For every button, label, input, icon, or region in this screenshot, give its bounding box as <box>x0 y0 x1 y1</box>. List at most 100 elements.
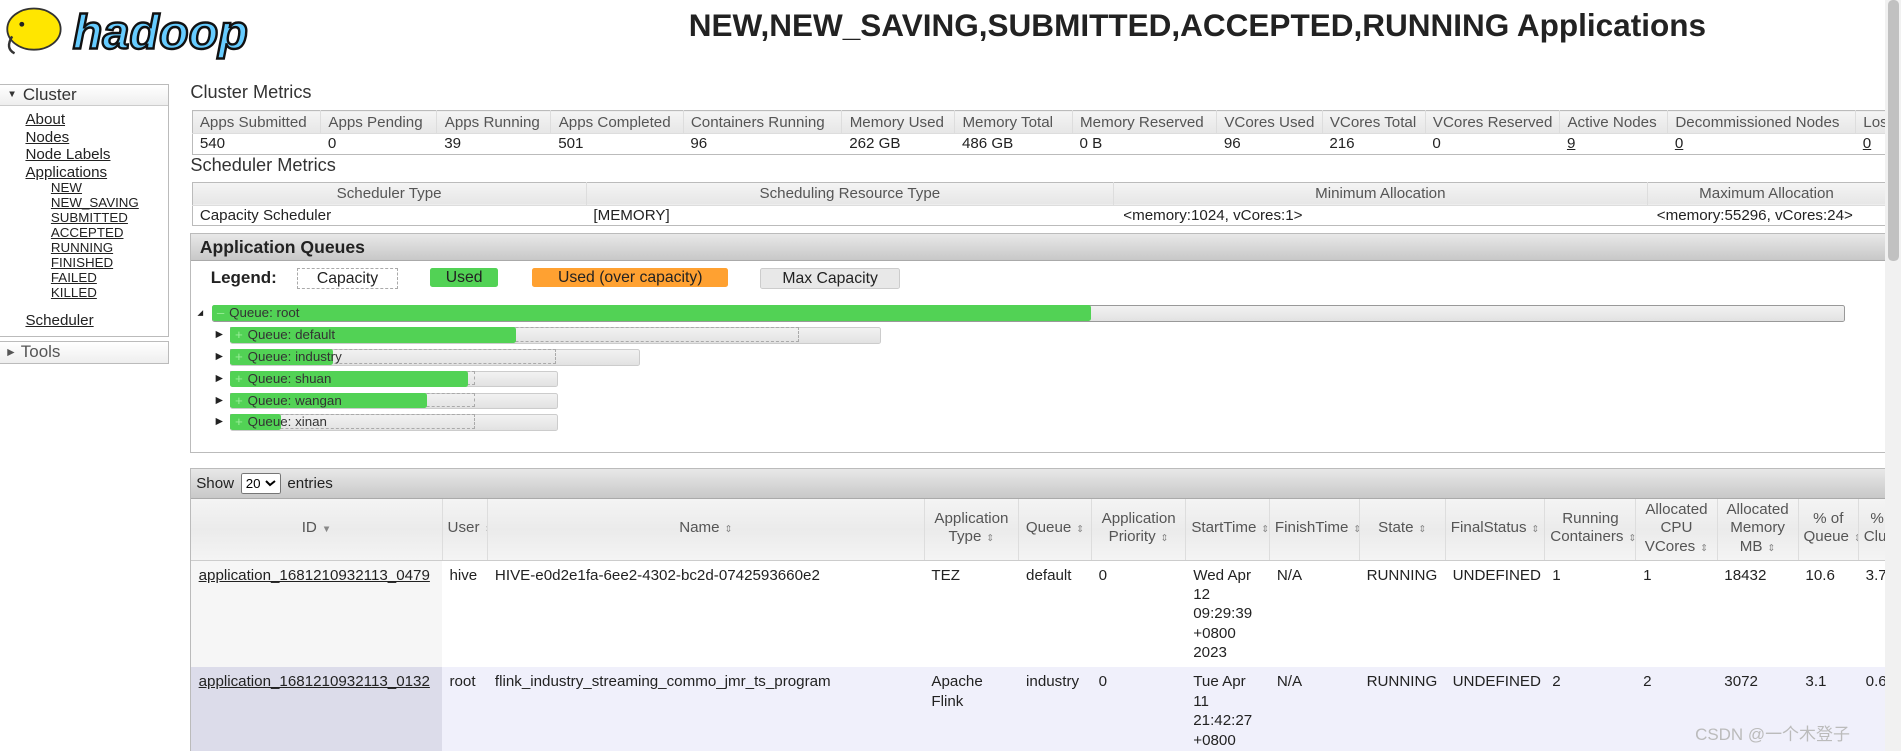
sidebar-link-about[interactable]: About <box>25 111 167 129</box>
application-id-link[interactable]: application_1681210932113_0132 <box>199 673 430 690</box>
cluster-metric-header: Apps Running <box>436 110 552 134</box>
queue-label: + Queue: xinan <box>235 414 327 430</box>
sidebar-link-applications[interactable]: Applications <box>25 164 167 182</box>
scheduler-metric-header: Minimum Allocation <box>1113 182 1648 206</box>
sort-icon[interactable]: ⇕ <box>1700 543 1708 554</box>
table-cell: 2 <box>1544 667 1636 751</box>
sidebar-link-state-accepted[interactable]: ACCEPTED <box>51 225 168 241</box>
svg-text:hadoop: hadoop <box>73 5 248 59</box>
sort-icon[interactable]: ⇕ <box>1531 524 1539 535</box>
cluster-metric-header: Containers Running <box>683 110 843 134</box>
collapse-icon[interactable]: ◢ <box>197 305 203 321</box>
plus-icon: + <box>235 414 243 430</box>
queue-name: Queue: default <box>247 327 336 343</box>
table-cell: hive <box>442 560 488 668</box>
sort-icon[interactable]: ⇕ <box>1161 533 1169 544</box>
column-header-allocated-memory-mb[interactable]: Allocated Memory MB ⇕ <box>1717 499 1799 561</box>
table-cell: N/A <box>1269 667 1360 751</box>
sidebar-link-state-killed[interactable]: KILLED <box>51 285 168 301</box>
cluster-metric-link[interactable]: 0 <box>1675 135 1683 152</box>
cluster-metric-link[interactable]: 9 <box>1567 135 1575 152</box>
table-cell: 18432 <box>1717 560 1799 668</box>
sort-icon[interactable]: ⇕ <box>1628 533 1635 544</box>
sidebar-link-state-submitted[interactable]: SUBMITTED <box>51 210 168 226</box>
cluster-metric-header: Apps Submitted <box>192 110 322 134</box>
queue-name: Queue: root <box>229 305 300 321</box>
sort-icon[interactable]: ⇕ <box>1418 524 1426 535</box>
sidebar-tools-header[interactable]: ▶ Tools <box>0 342 168 363</box>
column-header-queue[interactable]: Queue ⇕ <box>1018 499 1092 561</box>
cluster-metric-value: 0 <box>320 133 437 155</box>
cluster-metric-link[interactable]: 0 <box>1863 135 1871 152</box>
column-header-application-type[interactable]: Application Type ⇕ <box>924 499 1020 561</box>
column-header-label: Queue <box>1025 519 1072 537</box>
column-header-id[interactable]: ID ▼ <box>191 499 443 561</box>
sort-icon[interactable]: ⇕ <box>986 533 994 544</box>
queue-label: + Queue: default <box>235 327 335 343</box>
sidebar-link-state-running[interactable]: RUNNING <box>51 240 168 256</box>
cluster-metric-header: Memory Reserved <box>1072 110 1218 134</box>
column-header-label: % of Queue <box>1803 510 1849 546</box>
column-header-state[interactable]: State ⇕ <box>1359 499 1446 561</box>
entries-bar: Show 20 entries <box>191 469 1887 500</box>
show-label: Show <box>196 475 235 493</box>
plus-icon: + <box>235 348 243 364</box>
scheduler-metric-header: Scheduling Resource Type <box>586 182 1115 206</box>
table-cell: Wed Apr 12 09:29:39 +0800 2023 <box>1185 560 1270 668</box>
table-cell: Apache Flink <box>924 667 1019 751</box>
column-header-finalstatus[interactable]: FinalStatus ⇕ <box>1445 499 1546 561</box>
column-header-running-containers[interactable]: Running Containers ⇕ <box>1544 499 1637 561</box>
scheduler-metric-header: Scheduler Type <box>192 182 587 206</box>
caret-right-icon: ▶ <box>7 346 15 358</box>
cluster-metric-header: Memory Total <box>954 110 1073 134</box>
scrollbar-thumb[interactable] <box>1887 0 1899 261</box>
sidebar-link-state-new_saving[interactable]: NEW_SAVING <box>51 195 168 211</box>
cluster-metric-value: 501 <box>550 133 684 155</box>
table-cell: 1 <box>1635 560 1718 668</box>
expand-icon[interactable]: ▶ <box>216 371 223 387</box>
cluster-metric-value: 0 <box>1667 133 1856 155</box>
table-cell: RUNNING <box>1359 667 1446 751</box>
table-cell: root <box>442 667 488 751</box>
column-header-name[interactable]: Name ⇕ <box>487 499 925 561</box>
column-header-allocated-cpu-vcores[interactable]: Allocated CPU VCores ⇕ <box>1635 499 1718 561</box>
hadoop-logo[interactable]: hadoop <box>0 0 303 61</box>
cluster-label: Cluster <box>22 84 77 104</box>
page-size-select[interactable]: 20 <box>240 473 281 494</box>
queue-label: + Queue: wangan <box>235 393 342 409</box>
legend-used-over-capacity: Used (over capacity) <box>532 267 729 288</box>
cluster-metric-header: VCores Total <box>1322 110 1426 134</box>
column-header-label: Running Containers <box>1550 510 1624 546</box>
column-header-user[interactable]: User⇕ <box>442 499 489 561</box>
column-header-finishtime[interactable]: FinishTime⇕ <box>1269 499 1360 561</box>
sidebar-link-scheduler[interactable]: Scheduler <box>25 312 167 330</box>
column-header-starttime[interactable]: StartTime ⇕ <box>1185 499 1271 561</box>
table-cell: HIVE-e0d2e1fa-6ee2-4302-bc2d-0742593660e… <box>487 560 925 668</box>
column-header-label: FinishTime <box>1274 519 1349 537</box>
expand-icon[interactable]: ▶ <box>216 414 223 430</box>
column-header-application-priority[interactable]: Application Priority ⇕ <box>1091 499 1187 561</box>
table-cell: 1 <box>1544 560 1636 668</box>
queue-used <box>211 305 1091 322</box>
column-header--of-queue[interactable]: % of Queue⇕ <box>1798 499 1859 561</box>
sidebar-cluster-header[interactable]: ▼ Cluster <box>0 84 168 107</box>
minus-icon: – <box>216 305 225 321</box>
sidebar-link-nodes[interactable]: Nodes <box>25 129 167 147</box>
sidebar-link-node-labels[interactable]: Node Labels <box>25 146 167 164</box>
expand-icon[interactable]: ▶ <box>216 393 223 409</box>
applications-table: ID▼User⇕Name⇕Application Type⇕Queue⇕Appl… <box>191 499 1901 751</box>
expand-icon[interactable]: ▶ <box>216 349 223 365</box>
sort-icon[interactable]: ⇕ <box>1076 524 1084 535</box>
application-id-link[interactable]: application_1681210932113_0479 <box>199 567 430 584</box>
sidebar-link-state-new[interactable]: NEW <box>51 180 168 196</box>
sort-icon[interactable]: ⇕ <box>1767 543 1775 554</box>
sort-desc-icon[interactable]: ▼ <box>322 524 332 535</box>
sidebar-link-state-finished[interactable]: FINISHED <box>51 255 168 271</box>
plus-icon: + <box>235 370 243 386</box>
expand-icon[interactable]: ▶ <box>216 327 223 343</box>
legend-max-capacity: Max Capacity <box>760 267 901 290</box>
sort-icon[interactable]: ⇕ <box>1261 524 1268 535</box>
sidebar-link-state-failed[interactable]: FAILED <box>51 270 168 286</box>
queue-label: + Queue: shuan <box>235 371 331 387</box>
sort-icon[interactable]: ⇕ <box>724 524 732 535</box>
